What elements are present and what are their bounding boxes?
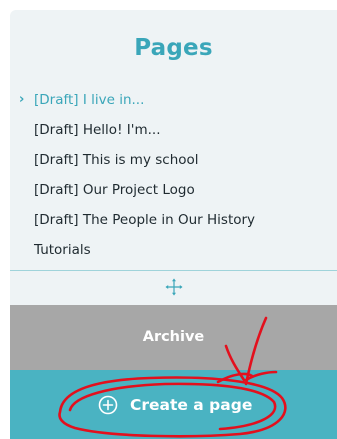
page-item-label: Tutorials <box>34 242 91 258</box>
page-item-label: [Draft] This is my school <box>34 152 199 168</box>
move-arrows-icon[interactable] <box>165 278 183 296</box>
chevron-right-icon: › <box>19 92 25 107</box>
create-page-button[interactable]: Create a page <box>10 370 337 439</box>
page-list: › [Draft] I live in... [Draft] Hello! I'… <box>10 85 337 265</box>
page-item-label: [Draft] Hello! I'm... <box>34 122 161 138</box>
page-item-i-live-in[interactable]: › [Draft] I live in... <box>10 85 337 115</box>
pages-sidebar: Pages › [Draft] I live in... [Draft] Hel… <box>0 0 337 439</box>
create-page-content: Create a page <box>98 394 252 416</box>
pages-card: Pages › [Draft] I live in... [Draft] Hel… <box>10 10 337 305</box>
list-divider <box>10 270 337 271</box>
archive-button[interactable]: Archive <box>10 305 337 370</box>
page-item-this-is-my-school[interactable]: [Draft] This is my school <box>10 145 337 175</box>
page-item-tutorials[interactable]: Tutorials <box>10 235 337 265</box>
page-item-hello-im[interactable]: [Draft] Hello! I'm... <box>10 115 337 145</box>
page-item-label: [Draft] The People in Our History <box>34 212 256 228</box>
create-page-label: Create a page <box>130 396 253 414</box>
page-item-label: [Draft] Our Project Logo <box>34 182 195 198</box>
page-item-our-project-logo[interactable]: [Draft] Our Project Logo <box>10 175 337 205</box>
page-item-people-in-our-history[interactable]: [Draft] The People in Our History <box>10 205 337 235</box>
plus-circle-icon <box>98 395 118 415</box>
page-item-label: [Draft] I live in... <box>34 92 145 108</box>
pages-title: Pages <box>134 35 213 61</box>
